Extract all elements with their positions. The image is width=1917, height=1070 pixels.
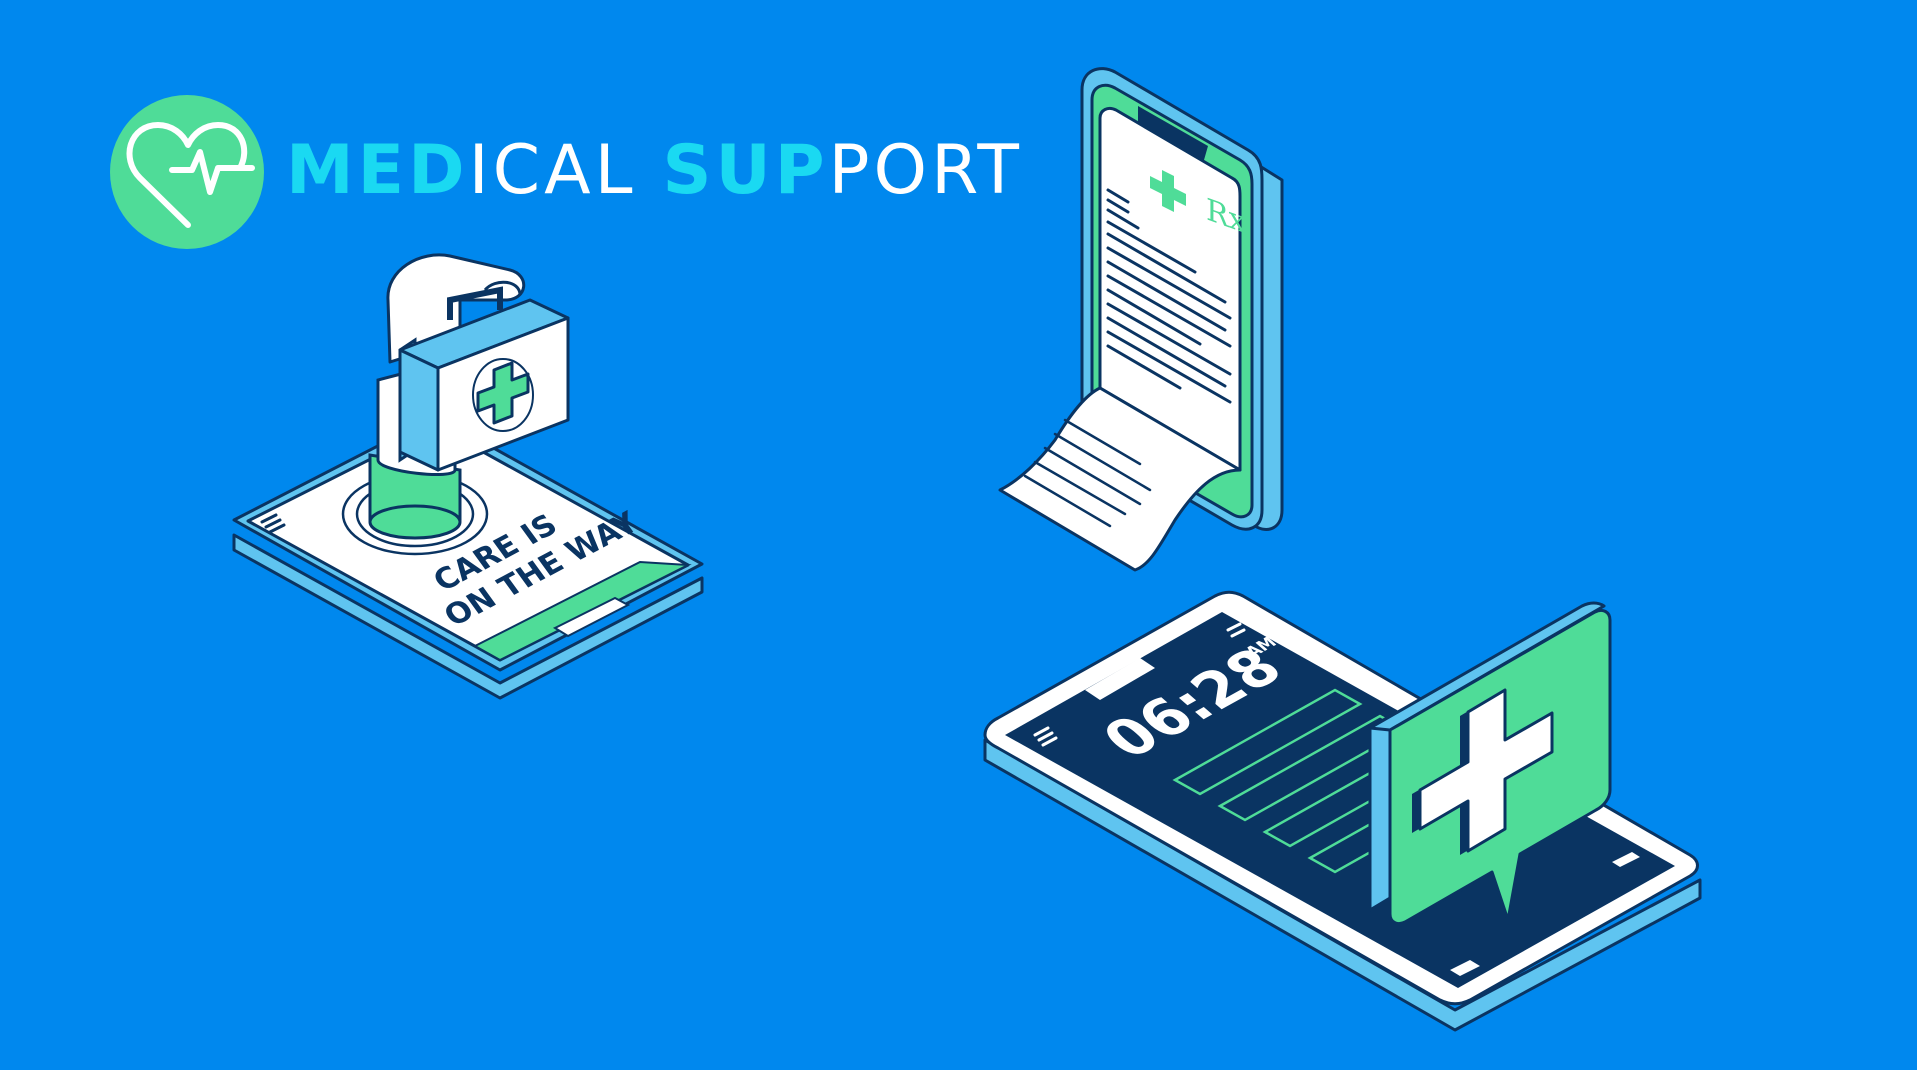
brand-word1-rest: ICAL bbox=[469, 131, 637, 210]
care-phone: CARE IS ON THE WAY bbox=[232, 253, 704, 700]
brand-name: MEDICAL SUPPORT bbox=[286, 131, 1023, 210]
brand-word1-highlight: MED bbox=[286, 131, 469, 210]
brand-word2-highlight: SUP bbox=[663, 131, 829, 210]
brand-word2-rest: PORT bbox=[829, 131, 1023, 210]
clock-phone: 06:28 AM bbox=[983, 590, 1702, 1032]
brand-logo bbox=[110, 95, 264, 249]
prescription-phone: Rx bbox=[998, 67, 1284, 572]
illustration-scene: MEDICAL SUPPORT CARE IS ON THE WAY Rx 06… bbox=[110, 67, 1702, 1032]
